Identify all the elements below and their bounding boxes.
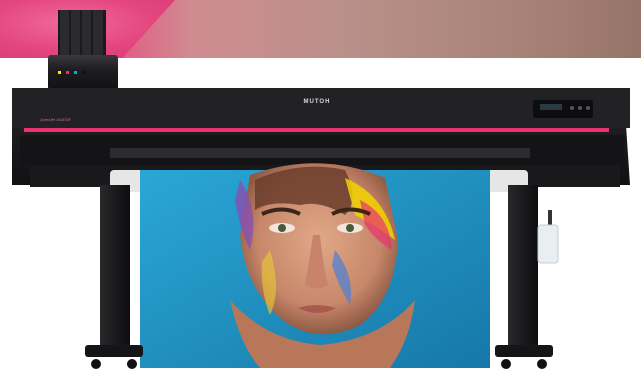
printer-product-photo: MUTOH XpertJet 1641SR xyxy=(0,0,641,376)
waste-ink-bottle xyxy=(537,210,559,264)
brand-label: MUTOH xyxy=(303,99,331,105)
printer-illustration xyxy=(12,10,630,369)
model-label: XpertJet 1641SR xyxy=(40,117,71,122)
ink-tank-unit xyxy=(48,10,118,90)
